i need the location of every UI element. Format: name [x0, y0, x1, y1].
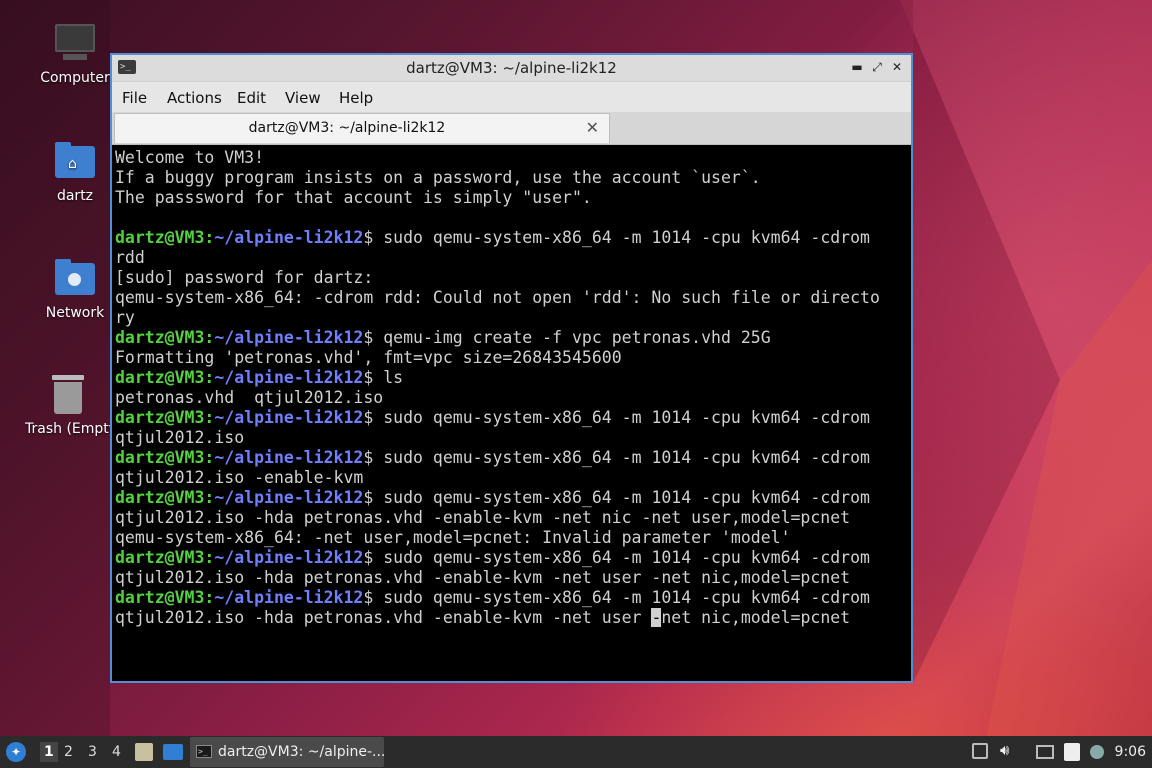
- prompt-user: dartz@VM3:: [115, 228, 215, 247]
- prompt-symbol: $: [363, 448, 374, 467]
- workspace-4[interactable]: 4: [112, 744, 121, 760]
- network-icon[interactable]: [1036, 745, 1054, 759]
- terminal-input-line: qtjul2012.iso -hda petronas.vhd -enable-…: [115, 608, 911, 628]
- command-text: sudo qemu-system-x86_64 -m 1014 -cpu kvm…: [373, 588, 870, 607]
- terminal-output-line: petronas.vhd qtjul2012.iso: [115, 388, 384, 407]
- start-menu-icon[interactable]: ✦: [6, 742, 26, 762]
- terminal-output-line: qtjul2012.iso -hda petronas.vhd -enable-…: [115, 568, 851, 587]
- show-desktop-icon[interactable]: [163, 744, 183, 760]
- prompt-user: dartz@VM3:: [115, 448, 215, 467]
- close-button[interactable]: ✕: [889, 59, 905, 75]
- terminal-output[interactable]: Welcome to VM3! If a buggy program insist…: [112, 145, 911, 681]
- menu-actions[interactable]: Actions: [167, 89, 222, 107]
- terminal-command-line: dartz@VM3:~/alpine-li2k12$ qemu-img crea…: [115, 328, 911, 348]
- workspace-2[interactable]: 2: [64, 744, 73, 760]
- terminal-command-line: dartz@VM3:~/alpine-li2k12$ sudo qemu-sys…: [115, 448, 911, 468]
- workspace-1[interactable]: 1: [40, 742, 58, 762]
- window-title: dartz@VM3: ~/alpine-li2k12: [406, 59, 617, 77]
- terminal-output-line: The passsword for that account is simply…: [115, 188, 592, 207]
- command-text: ls: [373, 368, 404, 387]
- prompt-user: dartz@VM3:: [115, 328, 215, 347]
- menu-edit[interactable]: Edit: [237, 89, 266, 107]
- prompt-user: dartz@VM3:: [115, 488, 215, 507]
- prompt-path: ~/alpine-li2k12: [214, 448, 364, 467]
- notification-icon[interactable]: [1090, 745, 1104, 759]
- prompt-user: dartz@VM3:: [115, 368, 215, 387]
- prompt-path: ~/alpine-li2k12: [214, 488, 364, 507]
- terminal-output-line: ry: [115, 308, 135, 327]
- command-text: sudo qemu-system-x86_64 -m 1014 -cpu kvm…: [373, 408, 870, 427]
- terminal-output-line: [sudo] password for dartz:: [115, 268, 374, 287]
- computer-icon: [53, 22, 97, 66]
- home-folder-icon: ⌂: [53, 140, 97, 184]
- terminal-output-line: Formatting 'petronas.vhd', fmt=vpc size=…: [115, 348, 622, 367]
- tab-bar: dartz@VM3: ~/alpine-li2k12 ✕: [112, 112, 911, 145]
- command-text: sudo qemu-system-x86_64 -m 1014 -cpu kvm…: [373, 488, 870, 507]
- prompt-path: ~/alpine-li2k12: [214, 408, 364, 427]
- prompt-symbol: $: [363, 408, 374, 427]
- prompt-path: ~/alpine-li2k12: [214, 228, 364, 247]
- terminal-output-line: rdd: [115, 248, 145, 267]
- network-folder-icon: [53, 257, 97, 301]
- command-text: sudo qemu-system-x86_64 -m 1014 -cpu kvm…: [373, 228, 870, 247]
- taskbar: ✦ 1 2 3 4 >_ dartz@VM3: ~/alpine-... 🔊︎ …: [0, 736, 1152, 768]
- terminal-command-line: dartz@VM3:~/alpine-li2k12$ sudo qemu-sys…: [115, 228, 911, 248]
- prompt-symbol: $: [363, 328, 374, 347]
- terminal-icon: >_: [196, 745, 212, 758]
- command-text: net nic,model=pcnet: [661, 608, 851, 627]
- file-manager-launcher-icon[interactable]: [135, 743, 153, 761]
- prompt-user: dartz@VM3:: [115, 588, 215, 607]
- terminal-command-line: dartz@VM3:~/alpine-li2k12$ sudo qemu-sys…: [115, 588, 911, 608]
- prompt-path: ~/alpine-li2k12: [214, 548, 364, 567]
- terminal-output-line: If a buggy program insists on a password…: [115, 168, 761, 187]
- prompt-symbol: $: [363, 588, 374, 607]
- terminal-output-line: Welcome to VM3!: [115, 148, 265, 167]
- tab-label: dartz@VM3: ~/alpine-li2k12: [248, 120, 446, 136]
- minimize-button[interactable]: ▬: [849, 59, 865, 75]
- menubar: File Actions Edit View Help: [112, 82, 911, 112]
- command-text: sudo qemu-system-x86_64 -m 1014 -cpu kvm…: [373, 548, 870, 567]
- menu-file[interactable]: File: [122, 89, 147, 107]
- trash-icon: [46, 373, 90, 417]
- prompt-user: dartz@VM3:: [115, 408, 215, 427]
- volume-icon[interactable]: 🔊︎: [1000, 741, 1009, 759]
- prompt-path: ~/alpine-li2k12: [214, 588, 364, 607]
- terminal-output-line: qemu-system-x86_64: -net user,model=pcne…: [115, 528, 791, 547]
- terminal-output-line: qtjul2012.iso -hda petronas.vhd -enable-…: [115, 508, 851, 527]
- terminal-output-line: qtjul2012.iso: [115, 428, 245, 447]
- terminal-command-line: dartz@VM3:~/alpine-li2k12$ sudo qemu-sys…: [115, 488, 911, 508]
- menu-help[interactable]: Help: [339, 89, 373, 107]
- tab-terminal[interactable]: dartz@VM3: ~/alpine-li2k12 ✕: [114, 113, 610, 143]
- terminal-command-line: dartz@VM3:~/alpine-li2k12$ sudo qemu-sys…: [115, 548, 911, 568]
- command-text: qtjul2012.iso -hda petronas.vhd -enable-…: [115, 608, 652, 627]
- prompt-path: ~/alpine-li2k12: [214, 368, 364, 387]
- menu-view[interactable]: View: [285, 89, 321, 107]
- prompt-path: ~/alpine-li2k12: [214, 328, 364, 347]
- prompt-user: dartz@VM3:: [115, 548, 215, 567]
- workspace-3[interactable]: 3: [88, 744, 97, 760]
- tab-close-icon[interactable]: ✕: [586, 118, 599, 137]
- prompt-symbol: $: [363, 228, 374, 247]
- terminal-command-line: dartz@VM3:~/alpine-li2k12$ ls: [115, 368, 911, 388]
- desktop-icon-label: Trash (Empty): [25, 421, 111, 437]
- clock[interactable]: 9:06: [1115, 744, 1146, 760]
- taskbar-item-terminal[interactable]: >_ dartz@VM3: ~/alpine-...: [190, 737, 386, 767]
- prompt-symbol: $: [363, 368, 374, 387]
- command-text: sudo qemu-system-x86_64 -m 1014 -cpu kvm…: [373, 448, 870, 467]
- text-cursor: -: [651, 608, 662, 627]
- window-titlebar[interactable]: >_ dartz@VM3: ~/alpine-li2k12 ▬ ⤢ ✕: [112, 55, 911, 82]
- command-text: qemu-img create -f vpc petronas.vhd 25G: [373, 328, 771, 347]
- terminal-output-line: qtjul2012.iso -enable-kvm: [115, 468, 364, 487]
- terminal-output-line: qemu-system-x86_64: -cdrom rdd: Could no…: [115, 288, 880, 307]
- prompt-symbol: $: [363, 488, 374, 507]
- keyboard-icon[interactable]: [972, 743, 988, 759]
- taskbar-item-label: dartz@VM3: ~/alpine-...: [218, 744, 386, 760]
- maximize-button[interactable]: ⤢: [869, 59, 885, 75]
- terminal-command-line: dartz@VM3:~/alpine-li2k12$ sudo qemu-sys…: [115, 408, 911, 428]
- terminal-window[interactable]: >_ dartz@VM3: ~/alpine-li2k12 ▬ ⤢ ✕ File…: [110, 53, 913, 683]
- desktop-icon-trash[interactable]: Trash (Empty): [25, 373, 111, 437]
- prompt-symbol: $: [363, 548, 374, 567]
- clipboard-icon[interactable]: [1064, 743, 1080, 761]
